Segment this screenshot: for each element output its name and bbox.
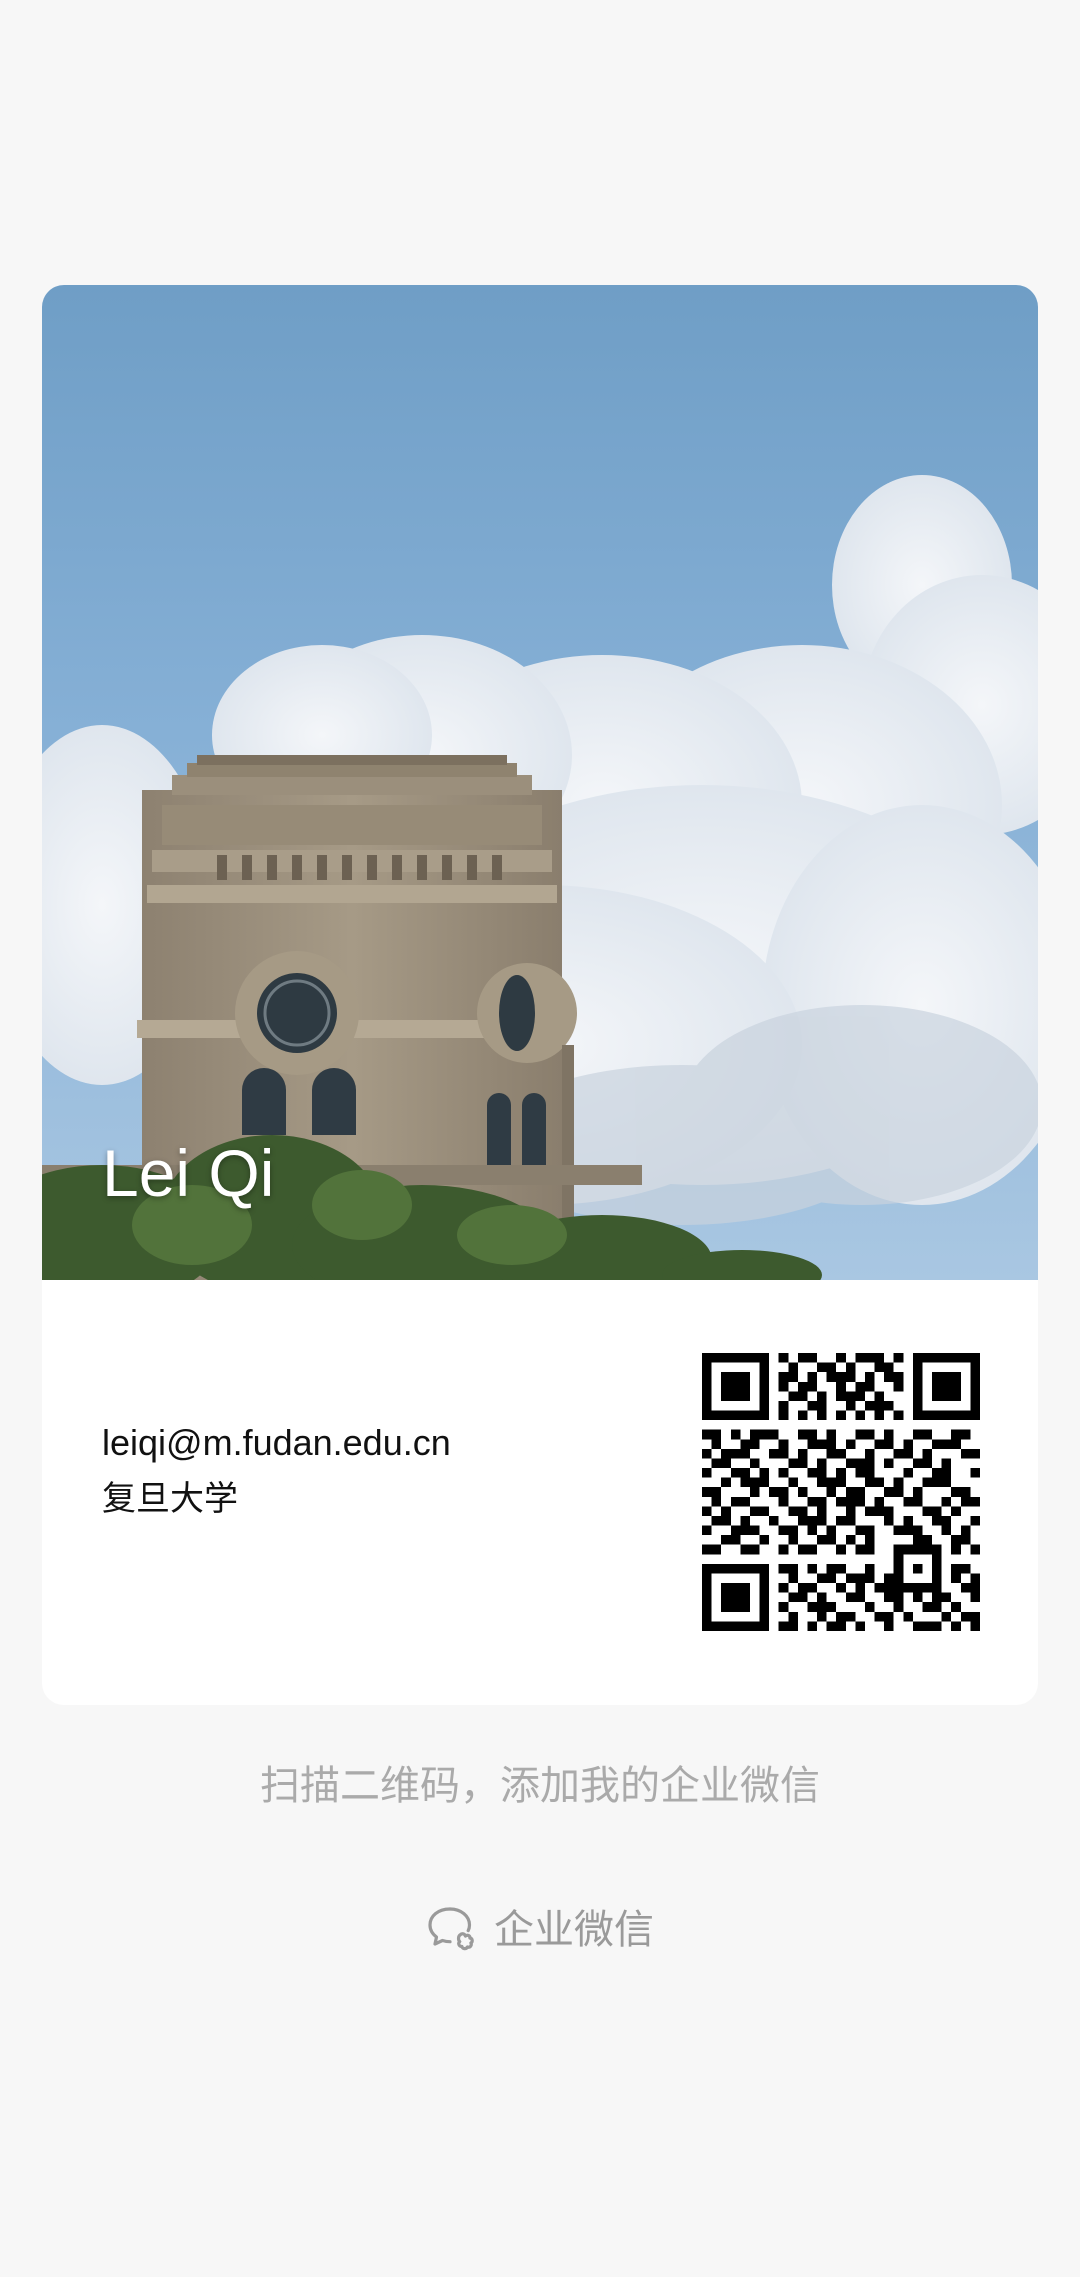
contact-card: Lei Qi leiqi@m.fudan.edu.cn 复旦大学 — [42, 285, 1038, 1705]
contact-email[interactable]: leiqi@m.fudan.edu.cn — [102, 1415, 451, 1471]
wecom-brand-label: 企业微信 — [494, 1907, 654, 1953]
wecom-logo-icon — [426, 1903, 480, 1957]
wecom-brand: 企业微信 — [0, 1900, 1080, 1960]
scan-hint-text: 扫描二维码，添加我的企业微信 — [260, 1763, 820, 1809]
contact-info: leiqi@m.fudan.edu.cn 复旦大学 — [102, 1415, 451, 1527]
contact-name: Lei Qi — [102, 1136, 275, 1210]
contact-organization: 复旦大学 — [102, 1479, 238, 1519]
cover-photo — [42, 285, 1038, 1280]
business-card-page: Lei Qi leiqi@m.fudan.edu.cn 复旦大学 扫描二维码，添… — [0, 0, 1080, 2277]
qr-code[interactable] — [702, 1353, 980, 1631]
